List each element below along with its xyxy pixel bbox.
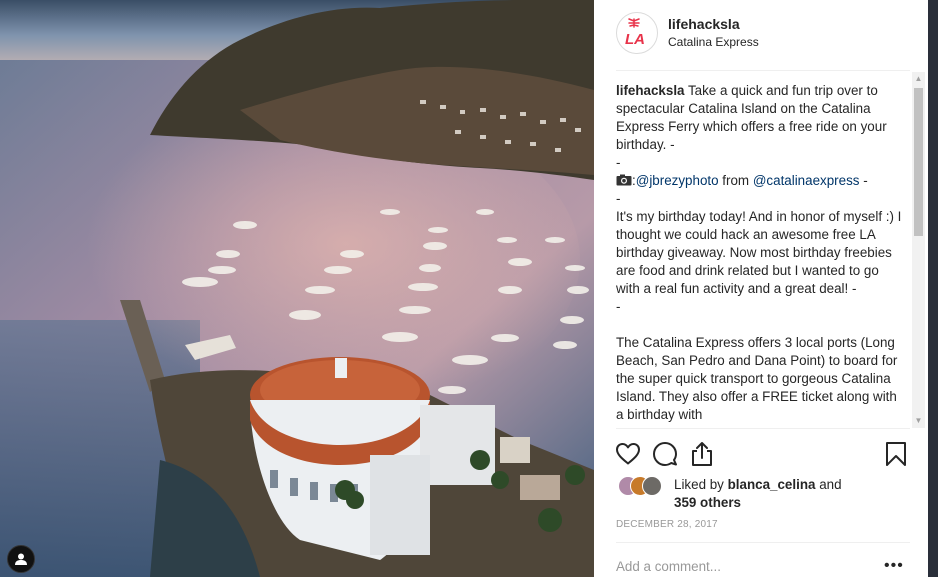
caption-intro: lifehacksla Take a quick and fun trip ov… [616,82,902,154]
background-strip [928,0,938,577]
bookmark-icon [886,442,906,466]
post-date[interactable]: DECEMBER 28, 2017 [616,519,718,530]
post-location[interactable]: Catalina Express [668,35,759,49]
caption-paragraph-2: It's my birthday today! And in honor of … [616,209,902,296]
share-button[interactable] [688,440,716,468]
caption-scrollbar[interactable]: ▲ ▼ [912,72,925,428]
heart-icon [616,443,640,465]
comment-button[interactable] [651,440,679,468]
like-button[interactable] [614,440,642,468]
lifehacksla-logo-icon: LA [625,18,645,48]
liker-avatars[interactable] [618,476,668,496]
post-details-panel: LA lifehacksla Catalina Express lifehack… [594,0,928,577]
caption-divider [616,428,910,429]
liked-by-prefix: Liked by [674,477,724,492]
caption-spacer [616,316,902,334]
post-header: LA lifehacksla Catalina Express [594,0,928,70]
credit-from: from [722,173,750,188]
comment-icon [653,442,677,466]
more-options-button[interactable]: ••• [884,557,904,575]
account-avatar[interactable]: LA [616,12,658,54]
caption-username[interactable]: lifehacksla [616,83,684,98]
share-icon [692,442,712,466]
post-caption: lifehacksla Take a quick and fun trip ov… [616,82,902,428]
add-comment-input[interactable]: Add a comment... [616,559,721,574]
caption-paragraph-3: The Catalina Express offers 3 local port… [616,335,898,422]
caption-line-2: - [616,155,621,170]
liked-by-user[interactable]: blanca_celina [728,477,816,492]
scroll-down-arrow-icon[interactable]: ▼ [912,414,925,428]
tagged-user-button[interactable] [7,545,35,573]
scrollbar-thumb[interactable] [914,88,923,236]
liked-by-text: Liked by blanca_celina and [674,476,842,494]
post-username[interactable]: lifehacksla [668,16,740,32]
likes-others-link[interactable]: 359 others [674,494,741,512]
photographer-link[interactable]: @jbrezyphoto [636,173,719,188]
liked-by-and: and [819,477,842,492]
catalina-island-aerial-image [0,0,594,577]
post-actions [614,440,908,470]
save-button[interactable] [882,440,910,468]
comment-divider [616,542,910,543]
scroll-up-arrow-icon[interactable]: ▲ [912,72,925,86]
caption-dash: - [616,191,621,206]
liker-avatar[interactable] [642,476,662,496]
camera-icon [616,174,632,186]
logo-text: LA [625,31,645,48]
post-photo[interactable] [0,0,594,577]
source-link[interactable]: @catalinaexpress [753,173,860,188]
credit-suffix: - [863,173,868,188]
caption-credit: :@jbrezyphoto from @catalinaexpress - [616,172,902,190]
caption-dash-2: - [616,299,621,314]
header-divider [616,70,910,71]
profile-icon [15,553,27,565]
